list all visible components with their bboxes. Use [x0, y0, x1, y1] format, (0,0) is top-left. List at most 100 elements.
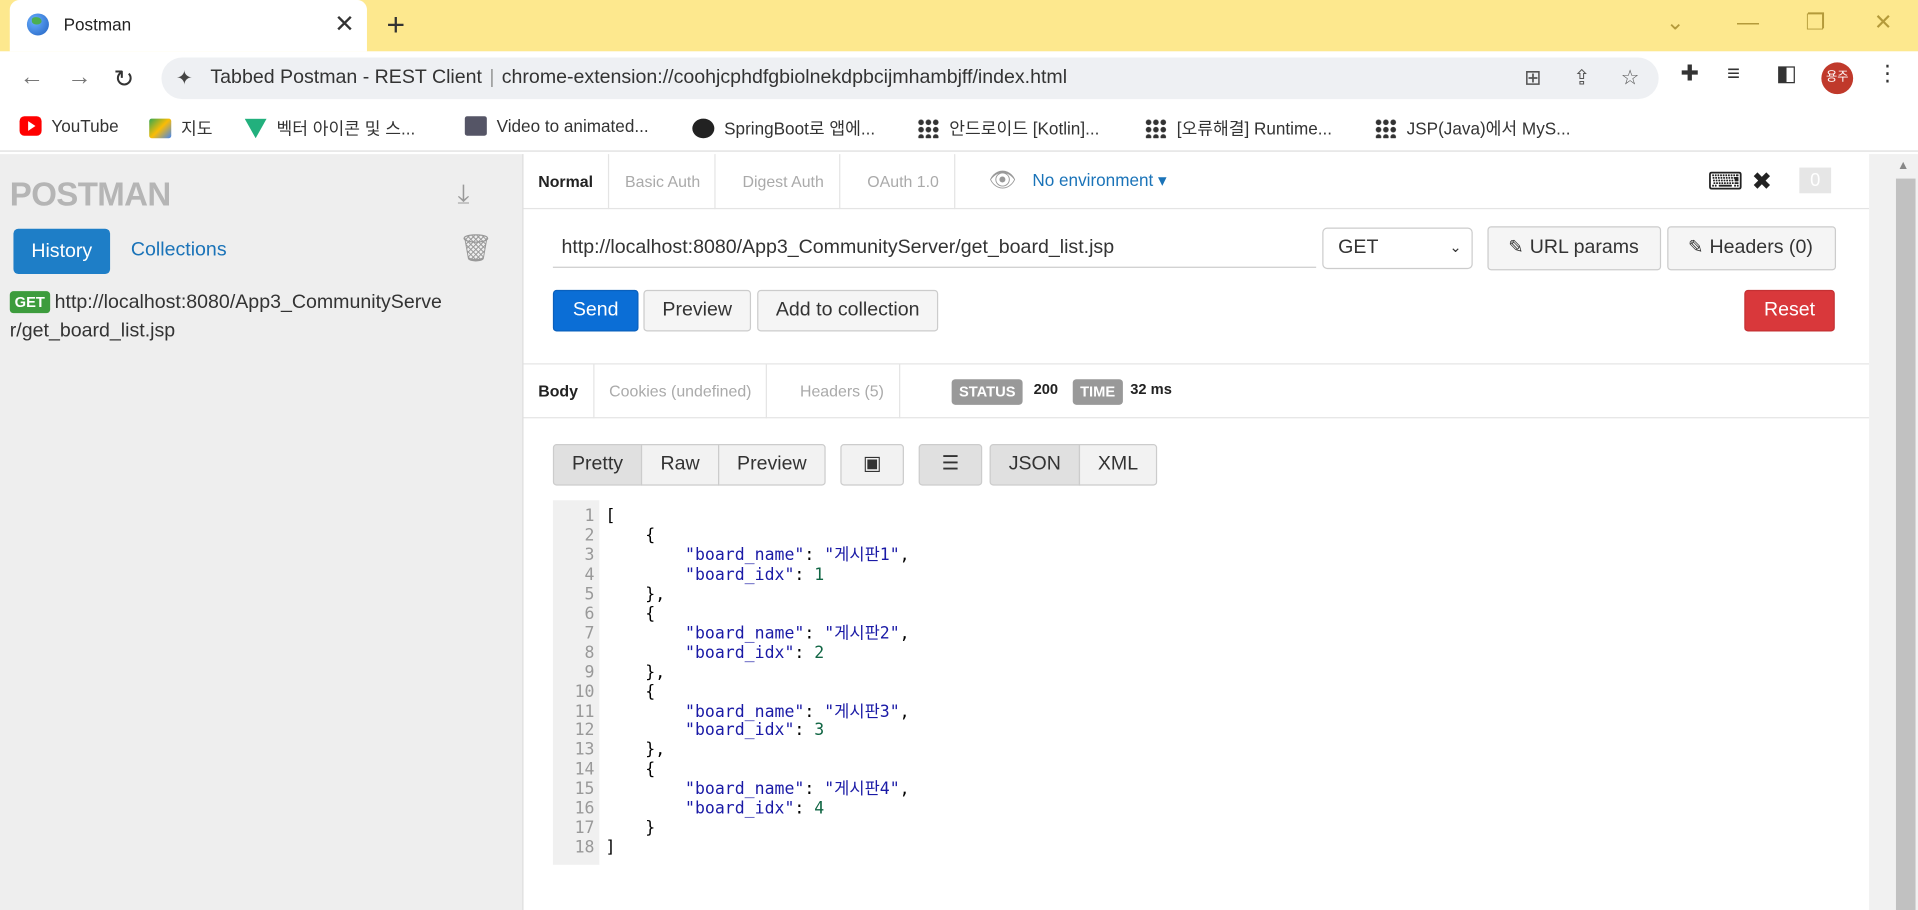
code-line: "board_idx": 3 — [685, 721, 825, 741]
line-number: 11 — [574, 701, 595, 722]
line-number: 14 — [574, 760, 595, 780]
method-select[interactable]: GET ⌄ — [1322, 227, 1473, 270]
globe-icon — [692, 118, 715, 139]
postman-app: POSTMAN ⤓ 🗑 History Collections GET http:… — [0, 154, 1918, 910]
translate-icon[interactable]: ⊞ — [1524, 66, 1541, 90]
bookmark-video-animated[interactable]: Video to animated... — [464, 116, 649, 136]
url-params-button[interactable]: ✎ URL params — [1487, 226, 1662, 271]
raw-view-button[interactable]: Raw — [640, 444, 720, 486]
eye-icon[interactable]: 👁 — [988, 168, 1016, 194]
add-to-collection-button[interactable]: Add to collection — [757, 289, 939, 332]
bookmark-android-kotlin[interactable]: 안드로이드 [Kotlin]... — [917, 116, 1099, 140]
tab-digest-auth[interactable]: Digest Auth — [728, 154, 840, 210]
bookmark-jsp-java[interactable]: JSP(Java)에서 MyS... — [1374, 116, 1570, 140]
forward-icon[interactable]: → — [67, 64, 91, 92]
omnibox-url: chrome-extension://coohjcphdfgbiolnekdpb… — [501, 67, 1068, 89]
scrollbar-thumb[interactable] — [1895, 178, 1916, 910]
youtube-icon — [19, 116, 42, 136]
tab-body[interactable]: Body — [524, 364, 594, 419]
more-menu-icon[interactable]: ⋮ — [1876, 61, 1898, 87]
sidebar: POSTMAN ⤓ 🗑 History Collections GET http:… — [0, 154, 524, 910]
request-panel: Normal Basic Auth Digest Auth OAuth 1.0 … — [523, 154, 1870, 910]
vector-icon — [244, 118, 267, 139]
tab-search-icon[interactable]: ⌄ — [1666, 10, 1684, 36]
line-number: 3 — [584, 545, 595, 566]
bookmark-youtube[interactable]: YouTube — [19, 116, 119, 136]
tab-basic-auth[interactable]: Basic Auth — [610, 154, 717, 210]
minimize-icon[interactable]: — — [1737, 10, 1759, 36]
time-label: TIME — [1072, 379, 1123, 405]
line-number: 10 — [574, 682, 595, 702]
address-bar[interactable]: ✦ Tabbed Postman - REST Client | chrome-ex… — [161, 57, 1659, 100]
code-line: }, — [605, 662, 666, 683]
code-line: "board_idx": 4 — [685, 799, 825, 819]
tab-title: Postman — [63, 14, 132, 35]
history-tab[interactable]: History — [13, 228, 111, 274]
method-badge: GET — [9, 291, 50, 314]
send-button[interactable]: Send — [552, 289, 639, 332]
bookmark-maps[interactable]: 지도 — [149, 116, 213, 140]
json-format-button[interactable]: JSON — [989, 444, 1081, 486]
maps-icon — [149, 118, 172, 139]
side-panel-icon[interactable]: ◧ — [1776, 61, 1797, 87]
download-icon[interactable]: ⤓ — [457, 179, 469, 211]
profile-avatar[interactable]: 용주 — [1821, 62, 1854, 95]
environment-selector[interactable]: No environment ▾ — [1032, 170, 1166, 191]
fullscreen-button[interactable]: ▣ — [840, 444, 904, 486]
postman-favicon-icon — [26, 13, 49, 36]
collections-tab[interactable]: Collections — [131, 240, 227, 262]
line-number: 6 — [584, 603, 595, 624]
media-queue-icon[interactable]: ≡ — [1727, 61, 1740, 87]
bookmark-vector-icons[interactable]: 벡터 아이콘 및 스... — [244, 116, 415, 140]
request-url-input[interactable] — [552, 228, 1317, 268]
back-icon[interactable]: ← — [20, 64, 44, 92]
status-value: 200 — [1033, 380, 1059, 398]
share-icon[interactable]: ⇪ — [1573, 66, 1590, 90]
line-number: 18 — [574, 838, 595, 858]
pretty-view-button[interactable]: Pretty — [552, 444, 643, 486]
code-line: } — [605, 818, 656, 839]
tab-response-headers[interactable]: Headers (5) — [785, 364, 900, 419]
code-line: }, — [605, 584, 666, 605]
browser-tab[interactable]: Postman ✕ — [9, 0, 367, 52]
extensions-icon[interactable]: ✚ — [1681, 61, 1699, 87]
reload-icon[interactable]: ↻ — [114, 64, 135, 95]
preview-view-button[interactable]: Preview — [718, 444, 826, 486]
response-body-editor[interactable]: 1 2 3 4 5 6 7 8 9 10 11 12 13 14 15 16 17 18 [ { "board_n… — [552, 500, 1409, 867]
response-tabs: Body Cookies (undefined) Headers (5) STA… — [523, 363, 1870, 419]
omnibox-site-name: Tabbed Postman - REST Client — [210, 67, 482, 89]
bookmark-springboot[interactable]: SpringBoot로 앱에... — [692, 116, 875, 140]
page-scrollbar[interactable]: ▲ — [1869, 154, 1918, 910]
window-close-icon[interactable]: ✕ — [1874, 10, 1892, 36]
wrap-toggle-button[interactable]: ☰ — [918, 444, 983, 486]
browser-toolbar: ← → ↻ ✦ Tabbed Postman - REST Client | chr… — [0, 51, 1918, 106]
tab-oauth[interactable]: OAuth 1.0 — [853, 154, 955, 210]
line-number: 17 — [574, 818, 595, 839]
line-number: 7 — [584, 623, 595, 644]
tab-cookies[interactable]: Cookies (undefined) — [594, 364, 768, 419]
keyboard-icon[interactable]: ⌨ — [1708, 166, 1743, 197]
line-number: 2 — [584, 525, 595, 546]
code-line: "board_idx": 1 — [685, 564, 825, 585]
settings-wrench-icon[interactable]: ✖ — [1752, 166, 1773, 197]
restore-icon[interactable]: ❐ — [1805, 10, 1825, 36]
dots-icon — [917, 118, 940, 139]
reset-button[interactable]: Reset — [1744, 289, 1835, 332]
scroll-up-icon[interactable]: ▲ — [1897, 159, 1909, 172]
headers-button[interactable]: ✎ Headers (0) — [1667, 226, 1837, 271]
tab-close-icon[interactable]: ✕ — [334, 10, 355, 39]
bookmark-runtime-error[interactable]: [오류해결] Runtime... — [1144, 116, 1332, 140]
xml-format-button[interactable]: XML — [1078, 444, 1158, 486]
align-icon: ☰ — [941, 453, 960, 475]
history-item[interactable]: GET http://localhost:8080/App3_CommunityS… — [9, 289, 450, 345]
new-tab-button[interactable]: + — [387, 7, 406, 41]
code-line: "board_idx": 2 — [685, 643, 825, 663]
trash-icon[interactable]: 🗑 — [459, 232, 493, 264]
line-number: 9 — [584, 662, 595, 683]
preview-button[interactable]: Preview — [643, 289, 752, 332]
notification-count[interactable]: 0 — [1799, 167, 1832, 194]
bookmarks-bar: YouTube 지도 벡터 아이콘 및 스... Video to animat… — [0, 105, 1918, 152]
line-number: 4 — [584, 564, 595, 585]
tab-normal[interactable]: Normal — [524, 154, 609, 210]
bookmark-star-icon[interactable]: ☆ — [1621, 66, 1640, 90]
